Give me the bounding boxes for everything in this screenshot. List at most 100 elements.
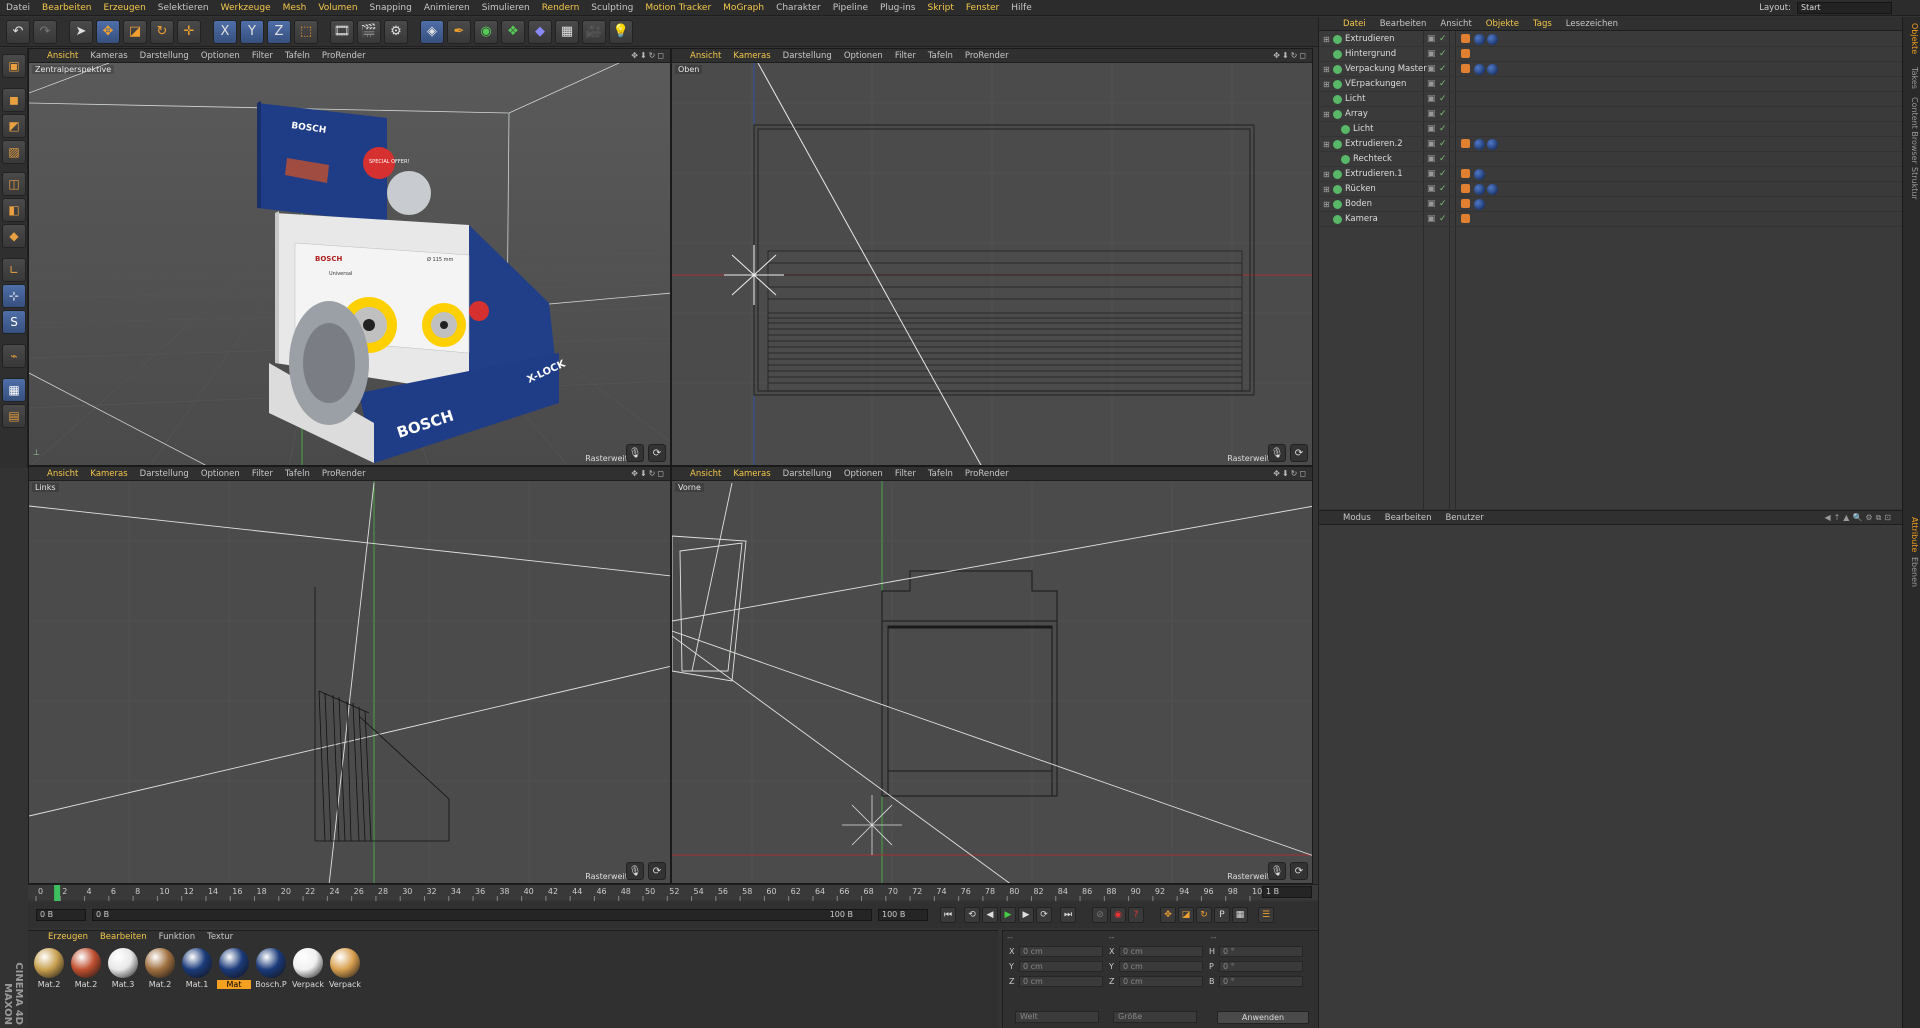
tag-icon[interactable]: [1461, 139, 1470, 148]
tag-icon[interactable]: [1461, 34, 1470, 43]
layer-icon[interactable]: ▣: [1427, 214, 1436, 224]
menu-item-5[interactable]: Mesh: [283, 3, 307, 13]
material-tag-icon[interactable]: [1474, 34, 1485, 45]
refresh-icon[interactable]: ⟳: [648, 862, 666, 880]
expand-icon[interactable]: ⊞: [1323, 80, 1330, 89]
visibility-check-icon[interactable]: ✓: [1439, 154, 1447, 164]
layer-icon[interactable]: ▣: [1427, 109, 1436, 119]
menu-item-11[interactable]: Sculpting: [591, 3, 633, 13]
viewport-menu-item[interactable]: ProRender: [322, 469, 366, 479]
layer-icon[interactable]: ▣: [1427, 34, 1436, 44]
viewport-menu-item[interactable]: Optionen: [201, 51, 240, 61]
layer-icon[interactable]: ▣: [1427, 184, 1436, 194]
viewport-menu-item[interactable]: Filter: [895, 469, 916, 479]
object-row[interactable]: Kamera ▣ ✓: [1319, 212, 1903, 227]
go-to-end-icon[interactable]: ⏭: [1060, 907, 1076, 923]
menu-item-7[interactable]: Snapping: [370, 3, 412, 13]
viewport-menu-item[interactable]: ProRender: [965, 51, 1009, 61]
previous-frame-icon[interactable]: ◀: [982, 907, 998, 923]
axis-mode-icon[interactable]: ∟: [2, 258, 26, 282]
size-mode-select[interactable]: Größe: [1113, 1011, 1197, 1023]
material-tag-icon[interactable]: [1487, 184, 1498, 195]
visibility-check-icon[interactable]: ✓: [1439, 139, 1447, 149]
visibility-check-icon[interactable]: ✓: [1439, 199, 1447, 209]
layer-icon[interactable]: ▣: [1427, 139, 1436, 149]
attribute-nav-icons[interactable]: ◀↑▲🔍⚙⧉⊡: [1824, 513, 1894, 523]
pen-icon[interactable]: ✒: [447, 19, 471, 44]
apply-button[interactable]: Anwenden: [1217, 1011, 1309, 1024]
z-axis-icon[interactable]: Z: [267, 19, 291, 44]
viewport-menu-item[interactable]: Tafeln: [285, 51, 310, 61]
make-editable-icon[interactable]: ▣: [2, 54, 26, 78]
menu-item-3[interactable]: Selektieren: [158, 3, 209, 13]
object-row[interactable]: ⊞ Array ▣ ✓: [1319, 107, 1903, 122]
viewport-menu-item[interactable]: Kameras: [90, 51, 127, 61]
side-tab[interactable]: Content Browser: [1905, 97, 1919, 164]
object-row[interactable]: ⊞ Extrudieren.1 ▣ ✓: [1319, 167, 1903, 182]
attribute-menu-item[interactable]: Benutzer: [1445, 513, 1483, 523]
material-menu-item[interactable]: Erzeugen: [48, 932, 88, 942]
workplane-mode-icon[interactable]: ▨: [2, 140, 26, 164]
material-tag-icon[interactable]: [1487, 64, 1498, 75]
object-name[interactable]: Rechteck: [1353, 154, 1392, 164]
start-frame-field[interactable]: 0 B: [36, 909, 86, 921]
material-tag-icon[interactable]: [1474, 169, 1485, 180]
expand-icon[interactable]: ⊞: [1323, 200, 1330, 209]
layer-icon[interactable]: ▣: [1427, 199, 1436, 209]
tag-icon[interactable]: [1461, 49, 1470, 58]
menu-item-9[interactable]: Simulieren: [482, 3, 530, 13]
material-swatch[interactable]: Verpack: [291, 948, 325, 989]
expand-icon[interactable]: ⊞: [1323, 110, 1330, 119]
select-icon[interactable]: ➤: [69, 19, 93, 44]
layer-icon[interactable]: ▣: [1427, 64, 1436, 74]
side-tab[interactable]: Ebenen: [1905, 557, 1919, 587]
layout-dropdown[interactable]: Start: [1797, 2, 1892, 14]
viewport-menu-item[interactable]: Darstellung: [783, 469, 832, 479]
material-swatch[interactable]: Mat.2: [143, 948, 177, 989]
side-tab[interactable]: Takes: [1905, 67, 1919, 89]
viewport-menu-item[interactable]: Ansicht: [690, 51, 721, 61]
cube-icon[interactable]: ◈: [420, 19, 444, 44]
y-axis-icon[interactable]: Y: [240, 19, 264, 44]
viewport-menu-item[interactable]: Darstellung: [140, 51, 189, 61]
object-name[interactable]: Licht: [1353, 124, 1374, 134]
points-mode-icon[interactable]: ◫: [2, 172, 26, 196]
object-menu-item[interactable]: Ansicht: [1440, 19, 1471, 29]
polygons-mode-icon[interactable]: ◆: [2, 224, 26, 248]
tag-icon[interactable]: [1461, 169, 1470, 178]
object-menu-item[interactable]: Tags: [1533, 19, 1552, 29]
layer-icon[interactable]: ▣: [1427, 124, 1436, 134]
visibility-check-icon[interactable]: ✓: [1439, 124, 1447, 134]
coordinate-value-field[interactable]: 0 cm: [1019, 975, 1103, 987]
key-position-icon[interactable]: ✥: [1160, 907, 1176, 923]
side-tab[interactable]: Objekte: [1905, 23, 1919, 54]
coordinate-value-field[interactable]: 0 °: [1219, 945, 1303, 957]
model-mode-icon[interactable]: ◼: [2, 88, 26, 112]
material-swatch[interactable]: Mat: [217, 948, 251, 989]
expand-icon[interactable]: ⊞: [1323, 185, 1330, 194]
microphone-icon[interactable]: 🎙: [626, 444, 644, 462]
solo-icon[interactable]: S: [2, 310, 26, 334]
refresh-icon[interactable]: ⟳: [1290, 444, 1308, 462]
viewport-menu-item[interactable]: Optionen: [844, 469, 883, 479]
object-row[interactable]: Hintergrund ▣ ✓: [1319, 47, 1903, 62]
coordinate-value-field[interactable]: 0 cm: [1119, 945, 1203, 957]
locked-workplane-icon[interactable]: ▤: [2, 404, 26, 428]
menu-item-12[interactable]: Motion Tracker: [645, 3, 711, 13]
edges-mode-icon[interactable]: ◧: [2, 198, 26, 222]
refresh-icon[interactable]: ⟳: [648, 444, 666, 462]
undo-icon[interactable]: ↶: [6, 19, 30, 44]
play-icon[interactable]: ▶: [1000, 907, 1016, 923]
layer-icon[interactable]: ▣: [1427, 154, 1436, 164]
material-swatch[interactable]: Bosch.P: [254, 948, 288, 989]
menu-item-18[interactable]: Fenster: [966, 3, 999, 13]
viewport-nav-icons[interactable]: ✥⬇↻◻: [1273, 469, 1308, 478]
material-swatch[interactable]: Mat.2: [69, 948, 103, 989]
light-icon[interactable]: 💡: [609, 19, 633, 44]
object-row[interactable]: Rechteck ▣ ✓: [1319, 152, 1903, 167]
object-row[interactable]: ⊞ VErpackungen ▣ ✓: [1319, 77, 1903, 92]
material-swatch[interactable]: Mat.2: [32, 948, 66, 989]
material-swatch[interactable]: Verpack: [328, 948, 362, 989]
layer-icon[interactable]: ▣: [1427, 94, 1436, 104]
object-name[interactable]: Extrudieren: [1345, 34, 1395, 44]
